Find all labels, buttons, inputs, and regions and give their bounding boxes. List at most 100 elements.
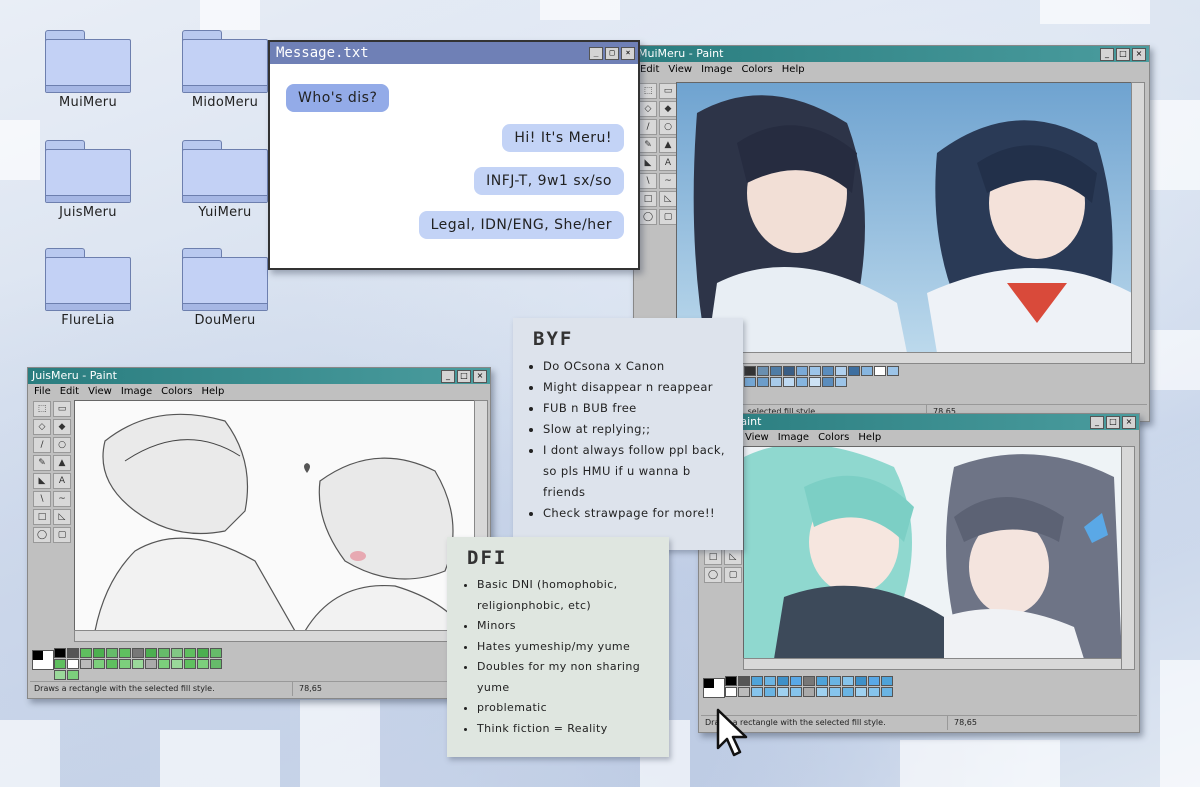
paint-canvas[interactable] xyxy=(74,400,476,632)
message-window-titlebar[interactable]: Message.txt _ □ × xyxy=(270,42,638,64)
vertical-scrollbar[interactable] xyxy=(1121,446,1135,670)
tool-airbrush[interactable]: ▲ xyxy=(659,137,677,153)
tool-ellipse[interactable]: ◯ xyxy=(704,567,722,583)
paint-window-bottom-right[interactable]: ...ia - Paint _ □ × View Image Colors He… xyxy=(698,413,1140,733)
list-item: Think fiction = Reality xyxy=(477,719,655,740)
tool-rectangle[interactable]: □ xyxy=(704,549,722,565)
maximize-icon[interactable]: □ xyxy=(457,370,471,383)
maximize-icon[interactable]: □ xyxy=(1106,416,1120,429)
tool-rounded-rect[interactable]: ▢ xyxy=(53,527,71,543)
menu-colors[interactable]: Colors xyxy=(741,62,772,77)
close-icon[interactable]: × xyxy=(621,47,635,60)
menu-view[interactable]: View xyxy=(745,430,769,445)
paint-canvas[interactable] xyxy=(743,446,1123,660)
menu-view[interactable]: View xyxy=(668,62,692,77)
close-icon[interactable]: × xyxy=(1132,48,1146,61)
tool-pencil[interactable]: ✎ xyxy=(639,137,657,153)
list-item: Minors xyxy=(477,616,655,637)
maximize-icon[interactable]: □ xyxy=(605,47,619,60)
tool-select[interactable]: ⬚ xyxy=(33,401,51,417)
window-titlebar[interactable]: ...ia - Paint _ □ × xyxy=(699,414,1139,430)
tool-picker[interactable]: / xyxy=(639,119,657,135)
tool-text[interactable]: A xyxy=(659,155,677,171)
tool-polygon[interactable]: ◺ xyxy=(53,509,71,525)
tool-curve[interactable]: ~ xyxy=(659,173,677,189)
minimize-icon[interactable]: _ xyxy=(589,47,603,60)
tool-curve[interactable]: ~ xyxy=(53,491,71,507)
chat-bubble: INFJ-T, 9w1 sx/so xyxy=(474,167,624,195)
menu-image[interactable]: Image xyxy=(121,384,152,399)
tool-ellipse[interactable]: ◯ xyxy=(639,209,657,225)
folder-midomeru[interactable]: MidoMeru xyxy=(180,30,270,110)
status-bar: Draws a rectangle with the selected fill… xyxy=(30,681,488,696)
folder-muimeru[interactable]: MuiMeru xyxy=(43,30,133,110)
tool-rect-select[interactable]: ▭ xyxy=(53,401,71,417)
tool-picker[interactable]: / xyxy=(33,437,51,453)
vertical-scrollbar[interactable] xyxy=(1131,82,1145,364)
tool-rectangle[interactable]: □ xyxy=(33,509,51,525)
tool-eraser[interactable]: ◇ xyxy=(639,101,657,117)
menu-file[interactable]: File xyxy=(34,384,51,399)
tool-ellipse[interactable]: ◯ xyxy=(33,527,51,543)
folder-yuimeru[interactable]: YuiMeru xyxy=(180,140,270,220)
menu-view[interactable]: View xyxy=(88,384,112,399)
menu-image[interactable]: Image xyxy=(701,62,732,77)
close-icon[interactable]: × xyxy=(1122,416,1136,429)
menu-edit[interactable]: Edit xyxy=(640,62,659,77)
folder-juismeru[interactable]: JuisMeru xyxy=(43,140,133,220)
tool-brush[interactable]: ◣ xyxy=(639,155,657,171)
menu-help[interactable]: Help xyxy=(782,62,805,77)
color-palette[interactable] xyxy=(725,676,895,697)
tool-select[interactable]: ⬚ xyxy=(639,83,657,99)
folder-icon xyxy=(182,140,268,203)
color-palette[interactable] xyxy=(54,648,234,680)
tool-fill[interactable]: ◆ xyxy=(53,419,71,435)
tool-magnifier[interactable]: ○ xyxy=(659,119,677,135)
horizontal-scrollbar[interactable] xyxy=(676,352,1133,364)
close-icon[interactable]: × xyxy=(473,370,487,383)
tool-rect-select[interactable]: ▭ xyxy=(659,83,677,99)
tool-rounded-rect[interactable]: ▢ xyxy=(724,567,742,583)
message-window[interactable]: Message.txt _ □ × Who's dis? Hi! It's Me… xyxy=(268,40,640,270)
tool-fill[interactable]: ◆ xyxy=(659,101,677,117)
menu-help[interactable]: Help xyxy=(858,430,881,445)
color-palette[interactable] xyxy=(744,366,904,387)
menu-edit[interactable]: Edit xyxy=(60,384,79,399)
tool-brush[interactable]: ◣ xyxy=(33,473,51,489)
paint-canvas[interactable] xyxy=(676,82,1133,354)
folder-icon xyxy=(182,30,268,93)
tool-rounded-rect[interactable]: ▢ xyxy=(659,209,677,225)
menu-colors[interactable]: Colors xyxy=(161,384,192,399)
status-bar: Draws a rectangle with the selected fill… xyxy=(701,715,1137,730)
folder-flurelia[interactable]: FlureLia xyxy=(43,248,133,328)
tool-airbrush[interactable]: ▲ xyxy=(53,455,71,471)
minimize-icon[interactable]: _ xyxy=(1100,48,1114,61)
menu-help[interactable]: Help xyxy=(202,384,225,399)
menu-bar: View Image Colors Help xyxy=(699,430,1139,445)
tool-polygon[interactable]: ◺ xyxy=(724,549,742,565)
tool-text[interactable]: A xyxy=(53,473,71,489)
tool-polygon[interactable]: ◺ xyxy=(659,191,677,207)
paint-window-left[interactable]: JuisMeru - Paint _ □ × File Edit View Im… xyxy=(27,367,491,699)
minimize-icon[interactable]: _ xyxy=(441,370,455,383)
menu-colors[interactable]: Colors xyxy=(818,430,849,445)
tool-eraser[interactable]: ◇ xyxy=(33,419,51,435)
tool-pencil[interactable]: ✎ xyxy=(33,455,51,471)
byf-list: Do OCsona x Canon Might disappear n reap… xyxy=(527,356,729,524)
horizontal-scrollbar[interactable] xyxy=(74,630,476,642)
minimize-icon[interactable]: _ xyxy=(1090,416,1104,429)
tool-magnifier[interactable]: ○ xyxy=(53,437,71,453)
menu-image[interactable]: Image xyxy=(778,430,809,445)
tool-line[interactable]: \ xyxy=(33,491,51,507)
tool-line[interactable]: \ xyxy=(639,173,657,189)
horizontal-scrollbar[interactable] xyxy=(743,658,1123,670)
list-item: Doubles for my non sharing yume xyxy=(477,657,655,698)
chat-bubble: Hi! It's Meru! xyxy=(502,124,624,152)
folder-doumeru[interactable]: DouMeru xyxy=(180,248,270,328)
window-titlebar[interactable]: MuiMeru - Paint _ □ × xyxy=(634,46,1149,62)
tool-rectangle[interactable]: □ xyxy=(639,191,657,207)
window-titlebar[interactable]: JuisMeru - Paint _ □ × xyxy=(28,368,490,384)
maximize-icon[interactable]: □ xyxy=(1116,48,1130,61)
artwork-sketch-boys xyxy=(75,401,475,631)
folder-label: DouMeru xyxy=(194,313,256,328)
